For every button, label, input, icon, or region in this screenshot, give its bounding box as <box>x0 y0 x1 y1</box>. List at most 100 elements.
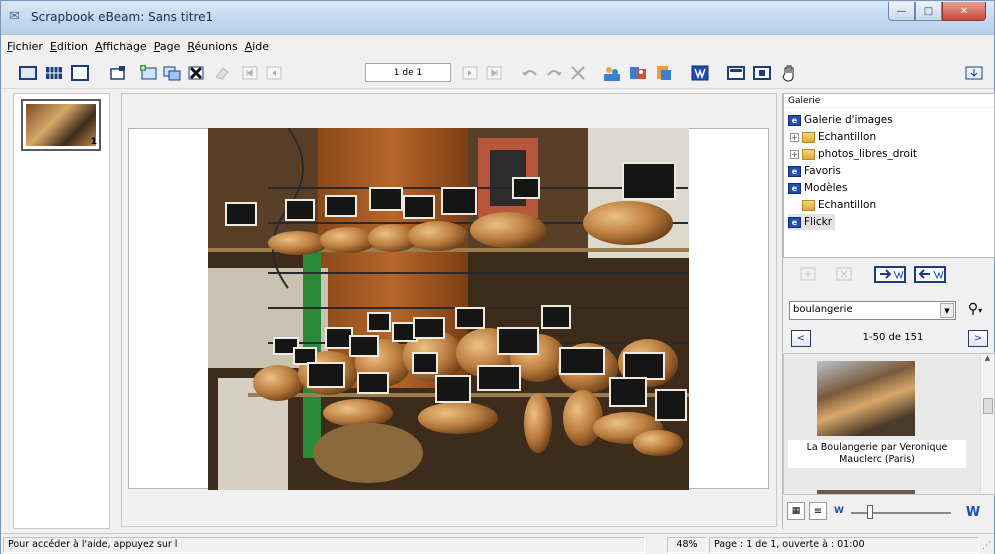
new-page-button[interactable] <box>107 62 129 84</box>
close-button[interactable]: ✕ <box>942 2 986 21</box>
status-page-info: Page : 1 de 1, ouverte à : 01:00 <box>709 537 979 553</box>
list-view-icon: ≡ <box>813 505 823 517</box>
hand-icon <box>782 65 794 82</box>
dock-button[interactable] <box>963 62 985 84</box>
clear-icon <box>571 66 585 80</box>
site-icon: e <box>788 216 801 228</box>
scroll-thumb[interactable] <box>983 398 993 414</box>
results-next-button[interactable]: > <box>968 330 988 347</box>
menu-reunions[interactable]: Réunions <box>187 40 244 53</box>
tree-item-echantillon[interactable]: + Echantillon <box>790 129 876 145</box>
maximize-icon: □ <box>923 5 934 17</box>
tree-item-photos-libres[interactable]: + photos_libres_droit <box>790 146 917 162</box>
site-icon: e <box>788 182 801 194</box>
tree-item-galerie-images[interactable]: e Galerie d'images <box>788 112 893 128</box>
gallery-import-button[interactable] <box>873 263 907 285</box>
results-range: 1-50 de 151 <box>862 332 924 343</box>
tree-item-label: Galerie d'images <box>804 114 893 126</box>
tree-item-modeles[interactable]: e Modèles <box>788 180 847 196</box>
site-icon: e <box>788 114 801 126</box>
app-window: ✉ Scrapbook eBeam: Sans titre1 — □ ✕ Fic… <box>0 0 995 554</box>
full-view-button[interactable] <box>69 62 91 84</box>
menu-bar: Fichier Edition Affichage Page Réunions … <box>1 36 994 56</box>
scroll-up-arrow[interactable]: ▲ <box>981 354 994 362</box>
tree-item-echantillon-modeles[interactable]: Echantillon <box>802 197 876 213</box>
small-size-button[interactable]: W <box>831 503 847 519</box>
expand-icon[interactable]: + <box>790 149 799 159</box>
tree-item-flickr[interactable]: e Flickr <box>788 214 836 230</box>
results-view-bar: ▦ ≡ W W <box>783 499 995 527</box>
ebeam-button[interactable] <box>689 62 711 84</box>
gallery-remove-button[interactable] <box>833 263 855 285</box>
share-users-icon <box>604 67 620 81</box>
title-bar[interactable]: ✉ Scrapbook eBeam: Sans titre1 — □ ✕ <box>1 1 994 35</box>
minimize-button[interactable]: — <box>888 2 915 21</box>
thumbnail-image <box>26 104 96 146</box>
delete-page-button[interactable] <box>185 62 207 84</box>
prev-page-button[interactable] <box>263 62 285 84</box>
gallery-export-button[interactable] <box>913 263 947 285</box>
capture-icon <box>753 66 771 80</box>
result-thumbnail[interactable] <box>817 490 915 494</box>
bakery-photo[interactable] <box>208 128 689 490</box>
list-view-button[interactable]: ≡ <box>809 502 827 520</box>
tree-item-label: Echantillon <box>818 199 877 211</box>
last-page-button[interactable] <box>483 62 505 84</box>
menu-page[interactable]: Page <box>154 40 188 53</box>
size-slider-track[interactable] <box>851 512 951 514</box>
result-caption-line2: Mauclerc (Paris) <box>839 454 915 465</box>
new-page-icon <box>110 66 125 80</box>
tree-item-label: Favoris <box>804 165 841 177</box>
first-page-button[interactable] <box>239 62 261 84</box>
eraser-button[interactable] <box>211 62 233 84</box>
results-scrollbar[interactable]: ▲ <box>980 354 994 494</box>
expand-icon[interactable]: + <box>790 132 799 142</box>
gallery-search-input[interactable]: boulangerie ▼ <box>789 301 956 320</box>
page-indicator[interactable]: 1 de 1 <box>365 63 451 82</box>
dock-icon <box>965 66 983 80</box>
results-prev-button[interactable]: < <box>791 330 811 347</box>
meeting-button[interactable] <box>627 62 649 84</box>
site-icon: e <box>788 165 801 177</box>
redo-button[interactable] <box>543 62 565 84</box>
search-button[interactable]: ⚲▾ <box>961 301 989 320</box>
single-page-view-button[interactable] <box>17 62 39 84</box>
remove-from-gallery-icon <box>836 267 852 281</box>
grid-view-icon <box>46 67 62 79</box>
screen-button[interactable] <box>725 62 747 84</box>
thumbnail-number: 1 <box>90 137 97 147</box>
menu-fichier[interactable]: Fichier <box>7 40 50 53</box>
folder-icon <box>802 131 815 143</box>
gallery-add-button[interactable] <box>797 263 819 285</box>
copy-page-button[interactable] <box>161 62 183 84</box>
search-dropdown-arrow[interactable]: ▼ <box>940 303 954 318</box>
resize-grip-icon[interactable]: ⋰ <box>982 541 991 551</box>
thumbnail-view-button[interactable]: ▦ <box>787 502 805 520</box>
add-image-button[interactable] <box>137 62 159 84</box>
tree-item-label: Modèles <box>804 182 848 194</box>
grid-view-button[interactable] <box>43 62 65 84</box>
import-icon <box>874 266 906 283</box>
menu-aide[interactable]: Aide <box>245 40 276 53</box>
large-size-button[interactable]: W <box>963 502 983 522</box>
gallery-header: Galerie <box>784 94 994 108</box>
maximize-button[interactable]: □ <box>915 2 942 21</box>
capture-button[interactable] <box>751 62 773 84</box>
add-image-icon <box>140 65 157 80</box>
result-thumbnail[interactable] <box>817 361 915 436</box>
tree-item-favoris[interactable]: e Favoris <box>788 163 841 179</box>
export-button[interactable] <box>653 62 675 84</box>
page-thumbnail[interactable]: 1 <box>21 99 101 151</box>
hand-button[interactable] <box>779 62 801 84</box>
grid-view-icon: ▦ <box>791 506 801 516</box>
size-slider-thumb[interactable] <box>867 505 873 519</box>
menu-affichage[interactable]: Affichage <box>95 40 154 53</box>
tree-item-label: photos_libres_droit <box>818 148 917 160</box>
full-view-icon <box>71 65 89 81</box>
clear-button[interactable] <box>567 62 589 84</box>
next-page-button[interactable] <box>459 62 481 84</box>
share-users-button[interactable] <box>601 62 623 84</box>
main-toolbar <box>1 57 994 89</box>
undo-button[interactable] <box>519 62 541 84</box>
menu-edition[interactable]: Edition <box>50 40 95 53</box>
